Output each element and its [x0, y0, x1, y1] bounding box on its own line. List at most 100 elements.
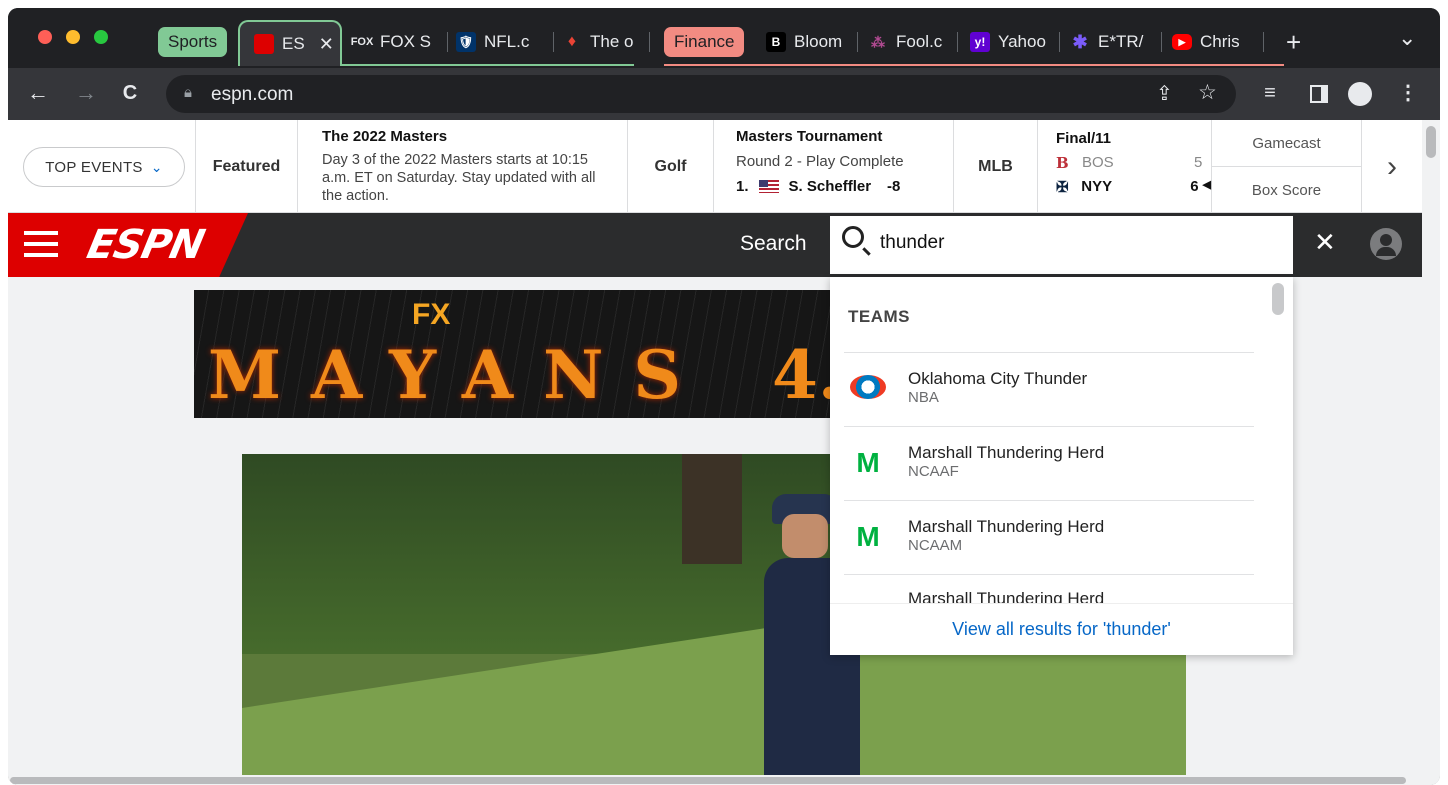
tab-fox-sports[interactable]: FOX FOX S — [348, 24, 448, 60]
espn-favicon — [254, 34, 274, 54]
golf-rank: 1. — [736, 178, 749, 195]
search-results-dropdown: TEAMS Oklahoma City Thunder NBA M Marsha… — [830, 277, 1293, 655]
tab-group-sports[interactable]: Sports — [158, 27, 228, 57]
hamburger-menu-icon[interactable] — [24, 231, 58, 257]
tab-yahoo[interactable]: y! Yahoo — [964, 24, 1060, 60]
search-result-item[interactable]: Oklahoma City Thunder NBA — [844, 352, 1254, 426]
tab-youtube[interactable]: ▶ Chris — [1168, 24, 1264, 60]
team2-score: 6 — [1190, 178, 1199, 195]
featured-card[interactable]: The 2022 Masters Day 3 of the 2022 Maste… — [298, 120, 628, 213]
share-icon[interactable]: ⇪ — [1156, 81, 1173, 106]
lock-icon[interactable]: 🔒︎ — [184, 84, 192, 101]
youtube-favicon: ▶ — [1172, 34, 1192, 50]
tab-the-o[interactable]: ♦ The o — [560, 24, 650, 60]
espn-logo[interactable]: ESPN — [83, 222, 208, 268]
search-label: Search — [740, 232, 807, 255]
featured-title: The 2022 Masters — [322, 128, 448, 145]
golf-score: -8 — [887, 178, 901, 195]
mlb-label: MLB — [954, 120, 1038, 213]
result-name: Marshall Thundering Herd — [908, 443, 1105, 462]
mayans-ad-banner[interactable]: FX MAYANS 4. — [194, 290, 834, 418]
red-sox-logo-icon: B — [1056, 154, 1069, 172]
view-all-results-link[interactable]: View all results for 'thunder' — [830, 603, 1293, 655]
tab-search-icon[interactable]: ⌄ — [1398, 20, 1416, 56]
reload-icon[interactable]: C — [116, 80, 144, 106]
banner-title: MAYANS — [208, 336, 712, 414]
reading-list-icon[interactable]: ≡ — [1256, 80, 1284, 106]
search-result-item[interactable]: M Marshall Thundering Herd NCAAM — [844, 500, 1254, 574]
tab-title: Chris — [1200, 32, 1240, 51]
finance-group-underline — [664, 64, 1284, 66]
featured-text: Day 3 of the 2022 Masters starts at 10:1… — [322, 152, 596, 204]
fox-sports-favicon: FOX — [350, 36, 374, 48]
golf-card[interactable]: Masters Tournament Round 2 - Play Comple… — [714, 120, 954, 213]
featured-label: Featured — [196, 120, 298, 213]
new-tab-button[interactable]: + — [1286, 24, 1301, 60]
side-panel-icon[interactable] — [1310, 85, 1328, 103]
zoom-window-button[interactable] — [94, 30, 108, 44]
browser-window: Sports ES ✕ FOX FOX S 🛡 NFL.c ♦ The o Fi… — [8, 8, 1440, 785]
okc-thunder-logo-icon — [850, 375, 886, 399]
tab-nfl[interactable]: 🛡 NFL.c — [454, 24, 554, 60]
nfl-favicon: 🛡 — [456, 32, 476, 52]
mlb-card[interactable]: Final/11 B BOS 5 ✠ NYY 6 ◀ — [1038, 120, 1212, 213]
close-search-icon[interactable]: ✕ — [1314, 227, 1336, 258]
tab-bloomberg[interactable]: B Bloom — [766, 24, 858, 60]
banner-season-number: 4. — [772, 336, 834, 414]
team1-score: 5 — [1194, 154, 1203, 171]
menu-kebab-icon[interactable]: ⋮ — [1394, 80, 1422, 106]
top-events-label: TOP EVENTS — [45, 158, 143, 176]
profile-icon[interactable] — [1370, 228, 1402, 260]
golf-status: Round 2 - Play Complete — [736, 153, 904, 170]
tab-title: Fool.c — [896, 32, 943, 51]
bookmark-star-icon[interactable]: ☆ — [1198, 80, 1217, 105]
tab-title: FOX S — [380, 32, 432, 51]
search-query: thunder — [880, 232, 945, 253]
result-name: Marshall Thundering Herd — [908, 589, 1105, 604]
golf-player: S. Scheffler — [788, 178, 872, 195]
search-result-item[interactable]: Marshall Thundering Herd — [844, 574, 1254, 604]
url-text: espn.com — [211, 84, 294, 105]
horizontal-scrollbar[interactable] — [8, 775, 1422, 785]
etrade-favicon: ✱ — [1072, 31, 1088, 52]
dropdown-scrollbar[interactable] — [1272, 283, 1284, 315]
close-tab-icon[interactable]: ✕ — [319, 34, 334, 55]
search-result-item[interactable]: M Marshall Thundering Herd NCAAF — [844, 426, 1254, 500]
result-name: Marshall Thundering Herd — [908, 517, 1105, 536]
next-events-chevron-icon[interactable]: › — [1362, 120, 1422, 213]
address-bar[interactable]: 🔒︎ espn.com ⇪ ☆ — [166, 75, 1236, 113]
profile-avatar-icon[interactable] — [1348, 82, 1372, 106]
minimize-window-button[interactable] — [66, 30, 80, 44]
marshall-logo-icon: M — [856, 521, 880, 552]
espn-nav-bar: ESPN Search thunder ✕ — [8, 213, 1422, 277]
box-score-button[interactable]: Box Score — [1212, 167, 1362, 213]
scoreboard-strip: TOP EVENTS ⌄ Featured The 2022 Masters D… — [8, 120, 1422, 213]
tab-strip: Sports ES ✕ FOX FOX S 🛡 NFL.c ♦ The o Fi… — [8, 8, 1440, 68]
golf-label: Golf — [628, 120, 714, 213]
teams-section-heading: TEAMS — [848, 307, 910, 326]
top-events-dropdown[interactable]: TOP EVENTS ⌄ — [23, 147, 185, 187]
back-icon[interactable]: ← — [24, 80, 52, 106]
result-name: Oklahoma City Thunder — [908, 369, 1088, 388]
vertical-scrollbar[interactable] — [1422, 120, 1440, 785]
tab-etrade[interactable]: ✱ E*TR/ — [1066, 24, 1162, 60]
tab-group-finance[interactable]: Finance — [664, 27, 745, 57]
forward-icon[interactable]: → — [72, 80, 100, 106]
top-events-cell: TOP EVENTS ⌄ — [8, 120, 196, 213]
team1-name: BOS — [1082, 154, 1114, 171]
tab-fool[interactable]: ⁂ Fool.c — [864, 24, 958, 60]
tree-trunk — [682, 454, 742, 564]
winner-arrow-icon: ◀ — [1202, 179, 1211, 191]
page-content: TOP EVENTS ⌄ Featured The 2022 Masters D… — [8, 120, 1440, 785]
tab-espn[interactable]: ES ✕ — [238, 20, 342, 66]
browser-toolbar: ← → C 🔒︎ espn.com ⇪ ☆ ≡ ⋮ — [8, 68, 1440, 120]
search-input[interactable]: thunder — [830, 216, 1293, 274]
marshall-logo-icon: M — [856, 447, 880, 478]
bloomberg-favicon: B — [766, 32, 786, 52]
yankees-logo-icon: ✠ — [1056, 179, 1069, 196]
chevron-down-icon: ⌄ — [150, 158, 163, 175]
gamecast-button[interactable]: Gamecast — [1212, 120, 1362, 167]
tab-title: E*TR/ — [1098, 32, 1144, 51]
golfer-face — [782, 514, 828, 558]
close-window-button[interactable] — [38, 30, 52, 44]
